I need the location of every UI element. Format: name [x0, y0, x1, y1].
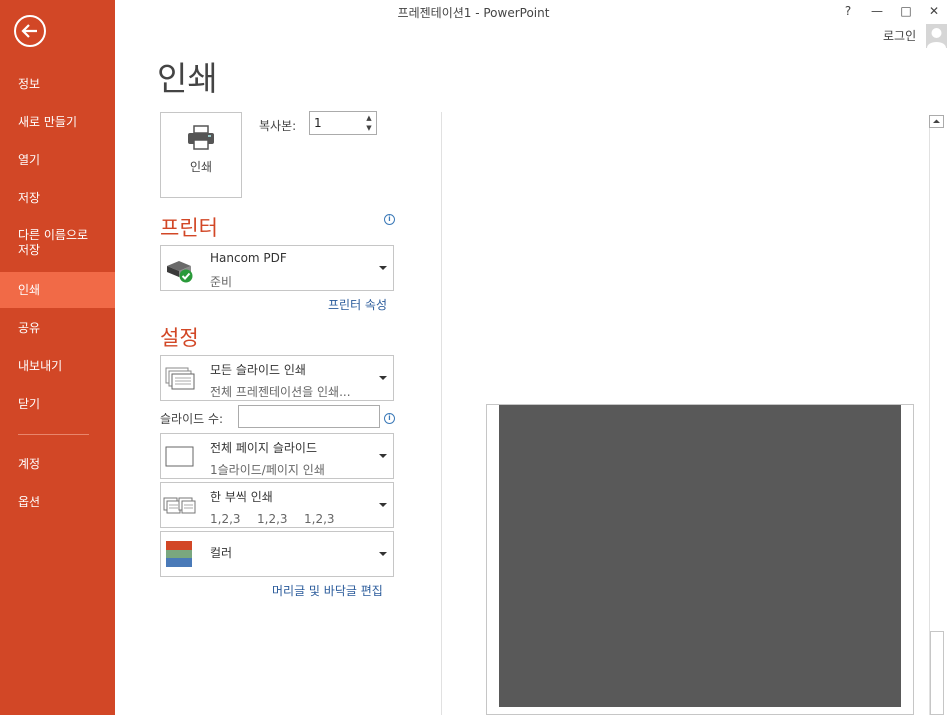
sidebar-item-close[interactable]: 닫기	[0, 386, 115, 422]
scrollbar-thumb[interactable]	[930, 631, 944, 715]
minimize-button[interactable]: —	[866, 2, 888, 20]
print-button-label: 인쇄	[189, 160, 213, 174]
print-range-main: 모든 슬라이드 인쇄	[210, 363, 306, 377]
chevron-down-icon	[379, 266, 387, 270]
printer-dropdown[interactable]: Hancom PDF 준비	[160, 245, 394, 291]
backstage-sidebar: 정보 새로 만들기 열기 저장 다른 이름으로 저장 인쇄 공유 내보내기 닫기…	[0, 0, 115, 715]
print-range-sub: 전체 프레젠테이션을 인쇄...	[210, 385, 351, 399]
copies-value: 1	[314, 116, 322, 130]
chevron-down-icon	[379, 454, 387, 458]
copies-label: 복사본:	[259, 119, 297, 133]
printer-heading: 프린터	[160, 216, 218, 240]
copies-increase-icon[interactable]: ▲	[363, 113, 375, 123]
copies-decrease-icon[interactable]: ▼	[363, 123, 375, 133]
sidebar-divider	[18, 434, 89, 435]
sidebar-item-share[interactable]: 공유	[0, 310, 115, 346]
collated-icon	[163, 497, 196, 514]
sidebar-item-save[interactable]: 저장	[0, 180, 115, 216]
color-dropdown[interactable]: 컬러	[160, 531, 394, 577]
sidebar-item-new[interactable]: 새로 만들기	[0, 104, 115, 140]
full-page-slide-icon	[165, 446, 194, 467]
sidebar-item-print[interactable]: 인쇄	[0, 272, 115, 308]
sidebar-item-account[interactable]: 계정	[0, 446, 115, 482]
page-title: 인쇄	[157, 59, 218, 98]
slides-label: 슬라이드 수:	[160, 412, 224, 426]
collate-sub-2: 1,2,3	[257, 512, 288, 526]
color-main: 컬러	[210, 546, 233, 560]
sidebar-item-save-as[interactable]: 다른 이름으로 저장	[0, 225, 115, 265]
printer-status: 준비	[210, 275, 233, 289]
layout-dropdown[interactable]: 전체 페이지 슬라이드 1슬라이드/페이지 인쇄	[160, 433, 394, 479]
all-slides-icon	[165, 367, 195, 390]
layout-sub: 1슬라이드/페이지 인쇄	[210, 463, 325, 477]
slides-input[interactable]	[238, 405, 380, 428]
preview-divider	[441, 112, 442, 715]
collate-main: 한 부씩 인쇄	[210, 490, 273, 504]
user-icon	[927, 28, 946, 48]
chevron-down-icon	[379, 503, 387, 507]
info-icon[interactable]: i	[384, 413, 395, 424]
scroll-up-icon[interactable]	[929, 115, 944, 128]
window-title: 프레젠테이션1 - PowerPoint	[397, 6, 550, 20]
layout-main: 전체 페이지 슬라이드	[210, 441, 317, 455]
back-arrow-icon	[21, 24, 37, 38]
collate-sub-1: 1,2,3	[210, 512, 241, 526]
info-icon[interactable]: i	[384, 214, 395, 225]
collate-dropdown[interactable]: 한 부씩 인쇄 1,2,3 1,2,3 1,2,3	[160, 482, 394, 528]
printer-name: Hancom PDF	[210, 251, 287, 265]
help-button[interactable]: ?	[837, 2, 859, 20]
copies-stepper[interactable]: 1 ▲ ▼	[309, 111, 377, 135]
close-window-button[interactable]: ✕	[923, 2, 945, 20]
settings-heading: 설정	[160, 326, 199, 350]
color-icon	[166, 541, 192, 567]
chevron-down-icon	[379, 552, 387, 556]
sidebar-item-info[interactable]: 정보	[0, 66, 115, 102]
login-link[interactable]: 로그인	[883, 27, 916, 44]
avatar[interactable]	[926, 24, 947, 48]
sidebar-item-open[interactable]: 열기	[0, 142, 115, 178]
print-range-dropdown[interactable]: 모든 슬라이드 인쇄 전체 프레젠테이션을 인쇄...	[160, 355, 394, 401]
printer-properties-link[interactable]: 프린터 속성	[328, 296, 387, 313]
slide-preview	[499, 405, 901, 707]
collate-sub-3: 1,2,3	[304, 512, 335, 526]
sidebar-item-export[interactable]: 내보내기	[0, 348, 115, 384]
chevron-down-icon	[379, 376, 387, 380]
print-button[interactable]: 인쇄	[160, 112, 242, 198]
sidebar-item-options[interactable]: 옵션	[0, 484, 115, 520]
maximize-button[interactable]: □	[895, 2, 917, 20]
header-footer-link[interactable]: 머리글 및 바닥글 편집	[272, 582, 383, 599]
printer-ready-icon	[167, 261, 193, 283]
printer-icon	[188, 125, 214, 150]
preview-scrollbar[interactable]	[929, 115, 946, 715]
